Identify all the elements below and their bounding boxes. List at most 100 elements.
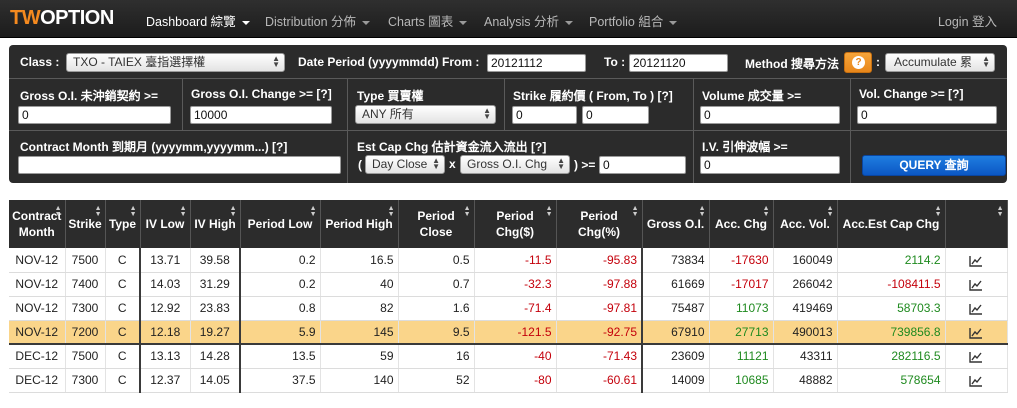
method-help-button[interactable]: ? (844, 52, 872, 73)
cell-period-chg-dollar: -121.5 (474, 320, 557, 345)
line-chart-icon[interactable] (969, 375, 983, 387)
nav-analysis[interactable]: Analysis 分析 (484, 11, 574, 30)
cell-chart (945, 272, 1008, 297)
contract-month-label: Contract Month 到期月 (yyyymm,yyyymm...) [?… (20, 140, 288, 154)
sort-icon: ▲ ▼ (179, 205, 187, 218)
col-header-iv-low[interactable]: IV Low ▲ ▼ (140, 200, 191, 248)
method-select[interactable]: Accumulate 累 ▲ ▼ (885, 53, 995, 72)
cell-gross-oi: 61669 (641, 272, 710, 297)
line-chart-icon[interactable] (969, 327, 983, 339)
iv-input[interactable]: 0 (700, 156, 840, 174)
col-header-label: IV High (194, 217, 236, 231)
table-row[interactable]: NOV-12 7200 C 12.18 19.27 5.9 145 9.5 -121.5 -92.… (9, 320, 1008, 345)
cell-strike: 7200 (65, 320, 106, 345)
table-row[interactable]: NOV-12 7400 C 14.03 31.29 0.2 40 0.7 -32.3 -97.88… (9, 272, 1008, 297)
table-row[interactable]: DEC-12 7300 C 12.37 14.05 37.5 140 52 -80 -60.61 1… (9, 368, 1008, 393)
cell-contract-month: NOV-12 (9, 296, 66, 321)
col-header-contract-month[interactable]: Contract Month ▲ ▼ (9, 200, 66, 248)
cell-iv-low: 13.13 (139, 343, 191, 369)
line-chart-icon[interactable] (969, 255, 983, 267)
line-chart-icon[interactable] (969, 279, 983, 291)
cell-strike: 7400 (65, 272, 106, 297)
nav-distribution[interactable]: Distribution 分佈 (265, 11, 370, 30)
filter-panel: Class : TXO - TAIEX 臺指選擇權 ▲ ▼ Date Period… (9, 45, 1007, 183)
col-header-acc-est-cap-chg[interactable]: Acc.Est Cap Chg ▲ ▼ (837, 200, 946, 248)
divider (693, 78, 694, 183)
col-header-acc-chg[interactable]: Acc. Chg ▲ ▼ (709, 200, 774, 248)
nav-dashboard[interactable]: Dashboard 綜覽 (146, 11, 250, 30)
table-row[interactable]: NOV-12 7300 C 12.92 23.83 0.8 82 1.6 -71.4 -97.81… (9, 296, 1008, 321)
col-header-label: Strike (68, 217, 102, 231)
col-header-chart[interactable]: ▲ ▼ (945, 200, 1008, 248)
sort-icon: ▲ ▼ (54, 205, 62, 218)
login-link[interactable]: Login 登入 (938, 11, 997, 30)
cell-acc-est-cap-chg: 58703.3 (837, 296, 946, 321)
est-paren-close: ) >= (574, 158, 596, 172)
cell-period-chg-pct: -71.43 (556, 343, 643, 369)
est-base-select[interactable]: Gross O.I. Chg ▲ ▼ (460, 155, 570, 174)
divider (850, 78, 851, 183)
gross-oi-input[interactable]: 0 (18, 106, 171, 124)
question-icon: ? (852, 56, 865, 69)
select-arrows-icon: ▲ ▼ (272, 54, 280, 69)
line-chart-icon[interactable] (969, 351, 983, 363)
volume-input[interactable]: 0 (700, 106, 840, 124)
brand-logo[interactable]: TWOPTION (10, 7, 114, 30)
select-arrows-icon: ▲ ▼ (557, 156, 565, 171)
type-select[interactable]: ANY 所有 ▲ ▼ (355, 105, 496, 124)
est-cap-input[interactable]: 0 (599, 156, 686, 174)
results-table: Contract Month ▲ ▼ Strike ▲ ▼ Type ▲ ▼ IV Low ▲… (9, 200, 1008, 393)
cell-period-high: 16.5 (320, 248, 399, 273)
date-to-input[interactable]: 20121120 (629, 54, 728, 72)
select-arrows-icon: ▲ ▼ (483, 106, 491, 121)
table-row[interactable]: NOV-12 7500 C 13.71 39.58 0.2 16.5 0.5 -11.5 -95.… (9, 248, 1008, 273)
cell-period-chg-pct: -97.81 (556, 296, 643, 321)
multiply-sign: x (449, 157, 456, 171)
col-header-period-low[interactable]: Period Low ▲ ▼ (240, 200, 321, 248)
gross-oi-change-input[interactable]: 10000 (190, 106, 332, 124)
cell-period-low: 0.2 (239, 272, 321, 297)
sort-icon: ▲ ▼ (934, 205, 942, 218)
contract-month-input[interactable] (18, 156, 341, 174)
nav-portfolio[interactable]: Portfolio 組合 (589, 11, 678, 30)
col-header-type[interactable]: Type ▲ ▼ (105, 200, 141, 248)
col-header-label: Acc. Chg (714, 217, 767, 231)
cell-iv-low: 13.71 (139, 248, 191, 273)
col-header-strike[interactable]: Strike ▲ ▼ (65, 200, 106, 248)
col-header-iv-high[interactable]: IV High ▲ ▼ (190, 200, 241, 248)
col-header-period-close[interactable]: Period Close ▲ ▼ (398, 200, 475, 248)
cell-period-high: 82 (320, 296, 399, 321)
top-navbar: TWOPTION Dashboard 綜覽 Distribution 分佈 Ch… (0, 0, 1017, 38)
col-header-period-chg-pct[interactable]: Period Chg(%) ▲ ▼ (556, 200, 643, 248)
sort-icon: ▲ ▼ (309, 205, 317, 218)
date-from-input[interactable]: 20121112 (487, 54, 586, 72)
table-row[interactable]: DEC-12 7500 C 13.13 14.28 13.5 59 16 -40 -71.43 23… (9, 343, 1008, 369)
col-header-label: Period Low (247, 217, 313, 231)
query-button[interactable]: QUERY 查詢 (862, 155, 1006, 176)
cell-acc-chg: -17017 (709, 272, 774, 297)
cell-iv-low: 12.37 (139, 368, 191, 393)
sort-icon: ▲ ▼ (631, 205, 639, 218)
col-header-gross-oi[interactable]: Gross O.I. ▲ ▼ (642, 200, 710, 248)
sort-icon: ▲ ▼ (94, 205, 102, 218)
strike-to-input[interactable]: 0 (582, 106, 649, 124)
est-factor-select[interactable]: Day Close ▲ ▼ (365, 155, 445, 174)
nav-charts[interactable]: Charts 圖表 (388, 11, 468, 30)
vol-change-input[interactable]: 0 (857, 106, 997, 124)
cell-period-high: 145 (320, 320, 399, 345)
col-header-period-high[interactable]: Period High ▲ ▼ (320, 200, 399, 248)
sort-icon: ▲ ▼ (996, 205, 1004, 218)
strike-from-input[interactable]: 0 (512, 106, 577, 124)
col-header-label: IV Low (145, 217, 185, 231)
cell-period-high: 59 (320, 343, 399, 369)
col-header-acc-vol[interactable]: Acc. Vol. ▲ ▼ (773, 200, 838, 248)
cell-acc-est-cap-chg: 578654 (837, 368, 946, 393)
cell-acc-vol: 43311 (773, 343, 838, 369)
cell-type: C (105, 368, 141, 393)
class-select[interactable]: TXO - TAIEX 臺指選擇權 ▲ ▼ (66, 53, 285, 72)
line-chart-icon[interactable] (969, 303, 983, 315)
cell-period-low: 0.2 (239, 248, 321, 273)
col-header-period-chg-dollar[interactable]: Period Chg($) ▲ ▼ (474, 200, 557, 248)
cell-period-low: 0.8 (239, 296, 321, 321)
cell-period-chg-dollar: -71.4 (474, 296, 557, 321)
